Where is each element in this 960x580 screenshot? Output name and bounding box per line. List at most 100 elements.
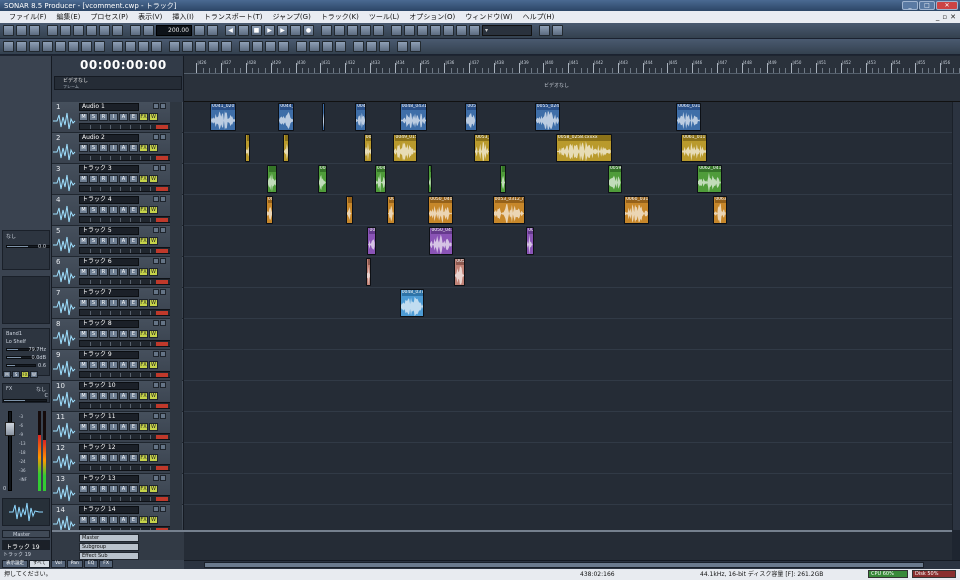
- track-e-button[interactable]: E: [129, 206, 138, 214]
- audio-clip[interactable]: [428, 165, 432, 193]
- track-s-button[interactable]: S: [89, 485, 98, 493]
- copy-icon[interactable]: [60, 25, 71, 36]
- audio-clip[interactable]: [267, 165, 277, 193]
- track-minimize-icon[interactable]: [160, 320, 166, 326]
- track-w-button[interactable]: W: [149, 268, 158, 276]
- menu-item-2[interactable]: プロセス(P): [85, 12, 133, 22]
- track-r-button[interactable]: R: [99, 454, 108, 462]
- track-fx-button[interactable]: FX: [139, 175, 148, 183]
- inspector-eq-band[interactable]: Band1: [6, 331, 22, 337]
- track-a-button[interactable]: A: [119, 299, 128, 307]
- view-console-icon[interactable]: [182, 41, 193, 52]
- track-header[interactable]: 9 トラック 9 M S R I A E FX W: [52, 350, 183, 381]
- menu-item-3[interactable]: 表示(V): [133, 12, 167, 22]
- open-icon[interactable]: [16, 25, 27, 36]
- audio-clip[interactable]: 0063: [713, 196, 727, 224]
- track-r-button[interactable]: R: [99, 485, 108, 493]
- track-i-button[interactable]: I: [109, 454, 118, 462]
- track-options-icon[interactable]: [153, 289, 159, 295]
- track-fx-button[interactable]: FX: [139, 113, 148, 121]
- audio-clip[interactable]: 0046: [367, 227, 377, 255]
- track-fx-button[interactable]: FX: [139, 423, 148, 431]
- prev-marker-icon[interactable]: [238, 25, 249, 36]
- track-a-button[interactable]: A: [119, 392, 128, 400]
- track-header[interactable]: 11 トラック 11 M S R I A E FX W: [52, 412, 183, 443]
- audio-clip[interactable]: [346, 196, 353, 224]
- inspector-mute-button[interactable]: M: [3, 371, 11, 378]
- track-i-button[interactable]: I: [109, 299, 118, 307]
- track-name[interactable]: トラック 9: [79, 351, 139, 359]
- audio-clip[interactable]: 0052: [454, 258, 466, 286]
- inspector-volume-fader-knob[interactable]: [5, 422, 15, 436]
- inspector-track-name[interactable]: トラック 19: [2, 540, 50, 551]
- audio-clip[interactable]: 0052: [465, 103, 477, 131]
- track-r-button[interactable]: R: [99, 299, 108, 307]
- inspector-output[interactable]: Master: [2, 530, 50, 538]
- inspector-solo-button[interactable]: S: [12, 371, 20, 378]
- view-navigator-icon[interactable]: [379, 41, 390, 52]
- track-fx-button[interactable]: FX: [139, 299, 148, 307]
- stop-icon[interactable]: ■: [251, 25, 262, 36]
- audio-clip[interactable]: 0060_0311_c: [676, 103, 701, 131]
- automation-icon[interactable]: [404, 25, 415, 36]
- menu-item-11[interactable]: ヘルプ(H): [518, 12, 560, 22]
- audio-clip[interactable]: [244, 134, 250, 162]
- split-tool-icon[interactable]: [94, 41, 105, 52]
- view-piano-roll-icon[interactable]: [195, 41, 206, 52]
- track-fx-button[interactable]: FX: [139, 392, 148, 400]
- menu-item-0[interactable]: ファイル(F): [4, 12, 52, 22]
- track-s-button[interactable]: S: [89, 113, 98, 121]
- track-s-button[interactable]: S: [89, 516, 98, 524]
- audio-clip[interactable]: 0047: [355, 103, 367, 131]
- audio-clip[interactable]: 0055: [526, 227, 534, 255]
- track-r-button[interactable]: R: [99, 206, 108, 214]
- audio-clip[interactable]: 0043: [265, 196, 274, 224]
- audio-clip[interactable]: 0058_0258.cxxxx: [555, 134, 612, 162]
- track-fx-button[interactable]: FX: [139, 454, 148, 462]
- track-minimize-icon[interactable]: [160, 382, 166, 388]
- track-r-button[interactable]: R: [99, 113, 108, 121]
- track-e-button[interactable]: E: [129, 423, 138, 431]
- track-lane[interactable]: [184, 474, 952, 505]
- inspector-q-slider[interactable]: [6, 364, 36, 367]
- track-fx-button[interactable]: FX: [139, 237, 148, 245]
- track-options-icon[interactable]: [153, 103, 159, 109]
- view-synth-rack-icon[interactable]: [296, 41, 307, 52]
- track-e-button[interactable]: E: [129, 113, 138, 121]
- track-lane[interactable]: [184, 505, 952, 530]
- inspector-write-button[interactable]: W: [30, 371, 38, 378]
- pointer-tool-icon[interactable]: [3, 41, 14, 52]
- track-name[interactable]: トラック 11: [79, 413, 139, 421]
- preset-dropdown[interactable]: ▾: [482, 25, 532, 36]
- track-header[interactable]: 4 トラック 4 M S R I A E FX W: [52, 195, 183, 226]
- track-i-button[interactable]: I: [109, 330, 118, 338]
- track-m-button[interactable]: M: [79, 144, 88, 152]
- snap-settings-icon[interactable]: [125, 41, 136, 52]
- track-minimize-icon[interactable]: [160, 134, 166, 140]
- track-s-button[interactable]: S: [89, 268, 98, 276]
- track-fx-button[interactable]: FX: [139, 330, 148, 338]
- track-options-icon[interactable]: [153, 506, 159, 512]
- track-name[interactable]: トラック 13: [79, 475, 139, 483]
- view-lyrics-icon[interactable]: [252, 41, 263, 52]
- close-icon[interactable]: ✕: [936, 1, 958, 10]
- track-m-button[interactable]: M: [79, 516, 88, 524]
- track-fx-button[interactable]: FX: [139, 268, 148, 276]
- track-options-icon[interactable]: [153, 165, 159, 171]
- track-w-button[interactable]: W: [149, 206, 158, 214]
- tempo-field[interactable]: 200.00: [156, 25, 192, 36]
- audio-clip[interactable]: 0041_0201.co: [210, 103, 237, 131]
- inspector-fx-value[interactable]: なし: [36, 386, 46, 393]
- track-s-button[interactable]: S: [89, 392, 98, 400]
- track-s-button[interactable]: S: [89, 144, 98, 152]
- loop-icon[interactable]: [321, 25, 332, 36]
- track-s-button[interactable]: S: [89, 423, 98, 431]
- track-options-icon[interactable]: [153, 196, 159, 202]
- track-lane[interactable]: [184, 443, 952, 474]
- track-s-button[interactable]: S: [89, 299, 98, 307]
- track-m-button[interactable]: M: [79, 237, 88, 245]
- track-i-button[interactable]: I: [109, 206, 118, 214]
- bus-name[interactable]: Effect Sub: [79, 552, 139, 560]
- audio-clip[interactable]: 0055_0248_c: [534, 103, 560, 131]
- track-name[interactable]: Audio 2: [79, 134, 139, 142]
